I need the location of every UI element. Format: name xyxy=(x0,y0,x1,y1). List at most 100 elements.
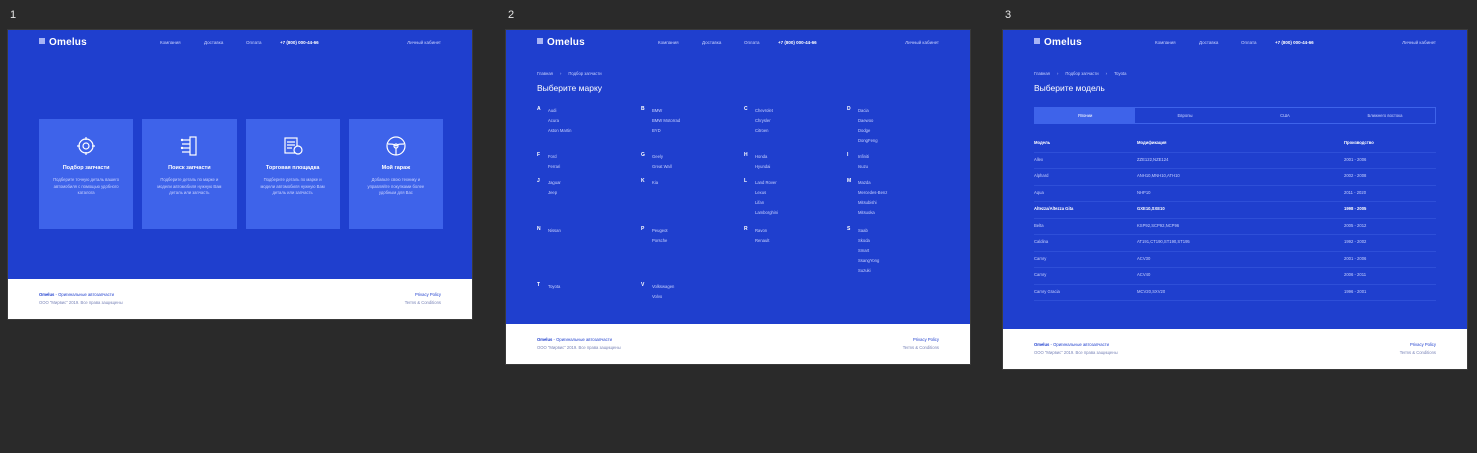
brand-link[interactable]: Kia xyxy=(652,178,658,188)
cell-modification: ZZE122,NZE124 xyxy=(1137,156,1169,162)
brand-link[interactable]: Nissan xyxy=(548,226,561,236)
table-row[interactable]: Camry ACV40 2006 - 2011 xyxy=(1034,268,1436,285)
brand-link[interactable]: Land Rover xyxy=(755,178,778,188)
brand-link[interactable]: Isuzu xyxy=(858,162,869,172)
table-row[interactable]: Camry ACV30 2001 - 2006 xyxy=(1034,252,1436,268)
privacy-link[interactable]: Privacy Policy xyxy=(1410,342,1436,347)
table-row[interactable]: Allex ZZE122,NZE124 2001 - 2006 xyxy=(1034,153,1436,169)
table-row[interactable]: Caldina AT191,CT190,ST190,ST195 1992 - 200… xyxy=(1034,235,1436,252)
brand-link[interactable]: Citroen xyxy=(755,126,773,136)
breadcrumb-home[interactable]: Главная xyxy=(1034,71,1050,76)
card-marketplace[interactable]: Торговая площадка Подберите деталь по ма… xyxy=(245,119,340,229)
brand-link[interactable]: Honda xyxy=(755,152,770,162)
cell-modification: MCV20,SXV20 xyxy=(1137,288,1166,294)
brand-link[interactable]: Skoda xyxy=(858,236,879,246)
brand-link[interactable]: Jaguar xyxy=(548,178,561,188)
brand-link[interactable]: Porsche xyxy=(652,236,668,246)
nav-company[interactable]: Компания xyxy=(160,40,181,45)
terms-link[interactable]: Terms & Conditions xyxy=(1400,350,1436,355)
brand-link[interactable]: BMW Motorrad xyxy=(652,116,680,126)
brand-link[interactable]: Lifan xyxy=(755,198,778,208)
brand-link[interactable]: Acura xyxy=(548,116,572,126)
logo[interactable]: Omelus xyxy=(39,37,87,48)
privacy-link[interactable]: Privacy Policy xyxy=(913,337,939,342)
table-row[interactable]: Altezza/Altezza Gita GXE10,SXE10 1998 - 20… xyxy=(1034,202,1436,219)
brand-link[interactable]: Infiniti xyxy=(858,152,869,162)
brand-letter: S xyxy=(847,226,851,232)
account-link[interactable]: Личный кабинет xyxy=(905,40,939,45)
card-parts-selection[interactable]: Подбор запчасти Подберите точную деталь … xyxy=(39,119,134,229)
tab-middle-east[interactable]: Ближнего востока xyxy=(1335,108,1435,123)
brand-link[interactable]: Mitsuoka xyxy=(858,208,887,218)
brand-link[interactable]: Daewoo xyxy=(858,116,878,126)
logo[interactable]: Omelus xyxy=(537,37,585,48)
brand-link[interactable]: Audi xyxy=(548,106,572,116)
brand-link[interactable]: Saab xyxy=(858,226,879,236)
tab-usa[interactable]: США xyxy=(1235,108,1335,123)
nav-delivery[interactable]: Доставка xyxy=(702,40,721,45)
phone-link[interactable]: +7 (800) 000-44-66 xyxy=(1275,40,1314,45)
brand-link[interactable]: Volkswagen xyxy=(652,282,674,292)
card-desc: Подберите точную деталь вашего автомобил… xyxy=(53,177,120,195)
brand-link[interactable]: Mitsubishi xyxy=(858,198,887,208)
breadcrumb-home[interactable]: Главная xyxy=(537,71,553,76)
brand-link[interactable]: Renault xyxy=(755,236,769,246)
brand-link[interactable]: Suzuki xyxy=(858,266,879,276)
table-row[interactable]: Aqua NHP10 2011 - 2020 xyxy=(1034,186,1436,202)
nav-payment[interactable]: Оплата xyxy=(744,40,759,45)
brand-link[interactable]: Ferrari xyxy=(548,162,560,172)
brand-link[interactable]: Lamborghini xyxy=(755,208,778,218)
brand-link[interactable]: Chrysler xyxy=(755,116,773,126)
nav-delivery[interactable]: Доставка xyxy=(204,40,223,45)
nav-company[interactable]: Компания xyxy=(658,40,679,45)
phone-link[interactable]: +7 (800) 000-44-66 xyxy=(280,40,319,45)
brand-link[interactable]: Mazda xyxy=(858,178,887,188)
brand-link[interactable]: Dacia xyxy=(858,106,878,116)
brand-link[interactable]: Smart xyxy=(858,246,879,256)
brand-link[interactable]: BMW xyxy=(652,106,680,116)
brand-link[interactable]: Dodge xyxy=(858,126,878,136)
logo[interactable]: Omelus xyxy=(1034,37,1082,48)
brand-link[interactable]: Mercedes-Benz xyxy=(858,188,887,198)
nav-payment[interactable]: Оплата xyxy=(1241,40,1256,45)
table-row[interactable]: Alphard ANH10,MNH10,ATH10 2002 - 2008 xyxy=(1034,169,1436,186)
nav-payment[interactable]: Оплата xyxy=(246,40,261,45)
cell-production: 2001 - 2006 xyxy=(1344,156,1367,162)
brand-link[interactable]: Chevrolet xyxy=(755,106,773,116)
card-my-garage[interactable]: Мой гараж Добавьте свою технику и управл… xyxy=(348,119,443,229)
nav-delivery[interactable]: Доставка xyxy=(1199,40,1218,45)
brand-link[interactable]: Aston Martin xyxy=(548,126,572,136)
terms-link[interactable]: Terms & Conditions xyxy=(405,300,441,305)
site-header: Omelus Компания Доставка Оплата +7 (800)… xyxy=(1003,30,1467,54)
phone-link[interactable]: +7 (800) 000-44-66 xyxy=(778,40,817,45)
account-link[interactable]: Личный кабинет xyxy=(1402,40,1436,45)
cell-production: 2002 - 2008 xyxy=(1344,173,1367,178)
breadcrumb-parts[interactable]: Подбор запчасти xyxy=(1065,71,1098,76)
privacy-link[interactable]: Privacy Policy xyxy=(415,292,441,297)
account-link[interactable]: Личный кабинет xyxy=(407,40,441,45)
cell-production: 1998 - 2005 xyxy=(1344,206,1367,211)
nav-company[interactable]: Компания xyxy=(1155,40,1176,45)
page-title: Выберите модель xyxy=(1034,83,1105,93)
brand-link[interactable]: BYD xyxy=(652,126,680,136)
brand-link[interactable]: Jeep xyxy=(548,188,561,198)
tab-japan[interactable]: Японии xyxy=(1035,108,1135,123)
brand-link[interactable]: Peugeot xyxy=(652,226,668,236)
brand-link[interactable]: Lexus xyxy=(755,188,778,198)
tab-europe[interactable]: Европы xyxy=(1135,108,1235,123)
brand-link[interactable]: Geely xyxy=(652,152,672,162)
brand-link[interactable]: Volvo xyxy=(652,292,674,302)
brand-link[interactable]: Ford xyxy=(548,152,560,162)
brand-list: Ford Ferrari xyxy=(548,152,560,172)
brand-link[interactable]: Great Wall xyxy=(652,162,672,172)
brand-link[interactable]: Hyundai xyxy=(755,162,770,172)
brand-link[interactable]: SsangYong xyxy=(858,256,879,266)
terms-link[interactable]: Terms & Conditions xyxy=(903,345,939,350)
brand-link[interactable]: Toyota xyxy=(548,282,560,292)
brand-link[interactable]: Ravon xyxy=(755,226,769,236)
brand-list: Audi Acura Aston Martin xyxy=(548,106,572,136)
table-row[interactable]: Camry Gracia MCV20,SXV20 1996 - 2001 xyxy=(1034,285,1436,301)
brand-link[interactable]: DongFeng xyxy=(858,136,878,146)
card-parts-search[interactable]: Поиск запчасти Подберите деталь по марке… xyxy=(142,119,237,229)
table-row[interactable]: Belta KSP92,SCP92,NCP96 2005 - 2012 xyxy=(1034,219,1436,235)
